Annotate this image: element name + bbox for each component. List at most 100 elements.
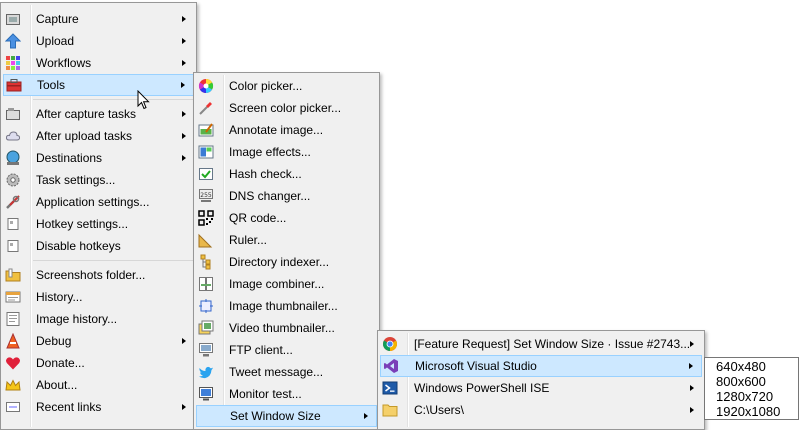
- menu-item-label: Recent links: [36, 400, 102, 414]
- main-context-menu: Capture Upload Workflows Tools After capture…: [0, 2, 197, 430]
- tools-menu-item-directory-indexer[interactable]: Directory indexer...: [194, 251, 379, 273]
- tools-menu-item-image-effects[interactable]: Image effects...: [194, 141, 379, 163]
- tools-menu-item-image-thumbnailer[interactable]: Image thumbnailer...: [194, 295, 379, 317]
- main-menu-item-upload[interactable]: Upload: [1, 30, 196, 52]
- main-menu-item-about[interactable]: About...: [1, 374, 196, 396]
- menu-item-label: Image history...: [36, 312, 118, 326]
- main-menu-item-workflows[interactable]: Workflows: [1, 52, 196, 74]
- submenu-arrow-icon: [689, 363, 693, 369]
- window-size-option[interactable]: 1920x1080: [716, 404, 798, 419]
- tools-menu-item-color-picker[interactable]: Color picker...: [194, 75, 379, 97]
- visual-studio-icon: [383, 358, 399, 374]
- window-menu-item-windows-powershell-ise[interactable]: Windows PowerShell ISE: [378, 377, 704, 399]
- main-menu-item-disable-hotkeys[interactable]: Disable hotkeys: [1, 235, 196, 257]
- main-menu-item-debug[interactable]: Debug: [1, 330, 196, 352]
- menu-item-label: Destinations: [36, 151, 103, 165]
- submenu-arrow-icon: [364, 413, 368, 419]
- tools-menu-item-ruler[interactable]: Ruler...: [194, 229, 379, 251]
- menu-item-label: History...: [36, 290, 83, 304]
- submenu-arrow-icon: [182, 38, 186, 44]
- window-menu-item-microsoft-visual-studio[interactable]: Microsoft Visual Studio: [380, 355, 702, 377]
- color-picker-wheel-icon: [198, 78, 214, 94]
- tools-menu-item-annotate-image[interactable]: Annotate image...: [194, 119, 379, 141]
- menu-item-label: [Feature Request] Set Window Size · Issu…: [414, 337, 691, 351]
- menu-item-label: Microsoft Visual Studio: [415, 359, 537, 373]
- window-size-option[interactable]: 1280x720: [716, 389, 798, 404]
- menu-item-label: Ruler...: [229, 233, 268, 247]
- main-menu-item-screenshots-folder[interactable]: Screenshots folder...: [1, 264, 196, 286]
- menu-item-label: Video thumbnailer...: [229, 321, 335, 335]
- main-menu-item-after-capture-tasks[interactable]: After capture tasks: [1, 103, 196, 125]
- menu-item-label: Task settings...: [36, 173, 116, 187]
- image-combiner-icon: [198, 276, 214, 292]
- tools-menu-item-set-window-size[interactable]: Set Window Size: [196, 405, 377, 427]
- menu-item-label: Directory indexer...: [229, 255, 330, 269]
- qr-code-icon: [198, 210, 214, 226]
- menu-item-label: About...: [36, 378, 78, 392]
- set-window-size-submenu: [Feature Request] Set Window Size · Issu…: [377, 330, 705, 430]
- main-menu-item-application-settings[interactable]: Application settings...: [1, 191, 196, 213]
- main-menu-item-task-settings[interactable]: Task settings...: [1, 169, 196, 191]
- powershell-icon: [382, 380, 398, 396]
- screen-color-picker-pipette-icon: [198, 100, 214, 116]
- main-menu-item-tools[interactable]: Tools: [3, 74, 194, 96]
- menu-item-label: QR code...: [229, 211, 287, 225]
- menu-item-label: Screenshots folder...: [36, 268, 146, 282]
- chrome-icon: [382, 336, 398, 352]
- application-settings-wrench-icon: [5, 194, 21, 210]
- menu-item-label: Hash check...: [229, 167, 302, 181]
- main-menu-item-after-upload-tasks[interactable]: After upload tasks: [1, 125, 196, 147]
- upload-arrow-icon: [5, 33, 21, 49]
- menu-item-label: After capture tasks: [36, 107, 137, 121]
- tools-menu-item-dns-changer[interactable]: 255 DNS changer...: [194, 185, 379, 207]
- main-menu-item-hotkey-settings[interactable]: Hotkey settings...: [1, 213, 196, 235]
- main-menu-item-destinations[interactable]: Destinations: [1, 147, 196, 169]
- window-size-option[interactable]: 800x600: [716, 374, 798, 389]
- menu-item-label: DNS changer...: [229, 189, 311, 203]
- window-menu-item-feature-request-set-window-size-issue-2743[interactable]: [Feature Request] Set Window Size · Issu…: [378, 333, 704, 355]
- submenu-arrow-icon: [182, 133, 186, 139]
- window-menu-item-c-users[interactable]: C:\Users\: [378, 399, 704, 421]
- history-icon: [5, 289, 21, 305]
- twitter-bird-icon: [198, 364, 214, 380]
- dns-changer-icon: 255: [198, 188, 214, 204]
- menu-item-label: Tools: [37, 78, 66, 92]
- menu-item-label: Screen color picker...: [229, 101, 342, 115]
- tools-menu-item-screen-color-picker[interactable]: Screen color picker...: [194, 97, 379, 119]
- menu-item-label: Workflows: [36, 56, 92, 70]
- tools-menu-item-tweet-message[interactable]: Tweet message...: [194, 361, 379, 383]
- menu-item-label: Image thumbnailer...: [229, 299, 338, 313]
- menu-item-label: After upload tasks: [36, 129, 133, 143]
- tools-menu-item-video-thumbnailer[interactable]: Video thumbnailer...: [194, 317, 379, 339]
- tools-menu-item-image-combiner[interactable]: Image combiner...: [194, 273, 379, 295]
- menu-item-label: Donate...: [36, 356, 85, 370]
- monitor-test-icon: [198, 386, 214, 402]
- workflows-grid-icon: [5, 55, 21, 71]
- menu-item-label: Image effects...: [229, 145, 311, 159]
- main-menu-item-capture[interactable]: Capture: [1, 8, 196, 30]
- after-capture-icon: [5, 106, 21, 122]
- submenu-arrow-icon: [181, 82, 185, 88]
- tools-submenu: Color picker... Screen color picker... Ann…: [193, 72, 380, 430]
- tools-menu-item-hash-check[interactable]: Hash check...: [194, 163, 379, 185]
- menu-item-label: Application settings...: [36, 195, 150, 209]
- debug-cone-icon: [5, 333, 21, 349]
- window-size-option[interactable]: 640x480: [716, 359, 798, 374]
- folder-icon: [382, 402, 398, 418]
- tools-menu-item-ftp-client[interactable]: FTP client...: [194, 339, 379, 361]
- ftp-client-icon: [198, 342, 214, 358]
- main-menu-item-history[interactable]: History...: [1, 286, 196, 308]
- menu-item-label: Upload: [36, 34, 75, 48]
- tools-menu-item-qr-code[interactable]: QR code...: [194, 207, 379, 229]
- main-menu-item-donate[interactable]: Donate...: [1, 352, 196, 374]
- tools-menu-item-monitor-test[interactable]: Monitor test...: [194, 383, 379, 405]
- menu-item-label: Monitor test...: [229, 387, 302, 401]
- main-menu-item-image-history[interactable]: Image history...: [1, 308, 196, 330]
- menu-item-label: Image combiner...: [229, 277, 325, 291]
- toolbox-icon: [6, 77, 22, 93]
- menu-item-label: Annotate image...: [229, 123, 324, 137]
- recent-links-icon: [5, 399, 21, 415]
- svg-text:255: 255: [200, 192, 212, 199]
- main-menu-item-recent-links[interactable]: Recent links: [1, 396, 196, 418]
- submenu-arrow-icon: [182, 60, 186, 66]
